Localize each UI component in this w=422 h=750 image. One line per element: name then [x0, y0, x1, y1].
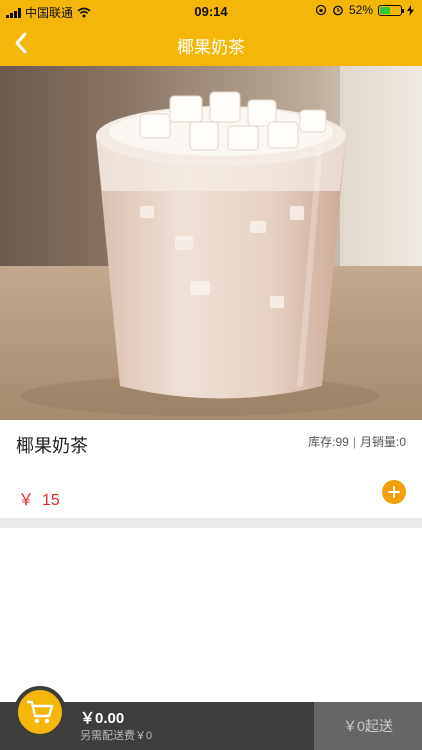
navigation-bar: 椰果奶茶 — [0, 22, 422, 66]
battery-fill — [380, 6, 390, 14]
status-right: 52% — [315, 3, 414, 17]
battery-icon — [378, 4, 404, 16]
delivery-fee: 另需配送费￥0 — [80, 730, 153, 742]
orientation-lock-icon — [315, 4, 327, 16]
alarm-icon — [333, 5, 343, 16]
shopping-cart-icon — [27, 700, 54, 724]
add-to-cart-button[interactable] — [382, 480, 406, 504]
product-info: 椰果奶茶 库存:99 | 月销量:0 ￥ 15 — [0, 420, 422, 518]
product-price: ￥ 15 — [18, 486, 60, 510]
stock-and-sales: 库存:99 | 月销量:0 — [308, 433, 406, 450]
product-name: 椰果奶茶 — [16, 436, 88, 456]
battery-percent: 52% — [348, 3, 373, 17]
charging-icon — [407, 4, 414, 16]
min-order-button[interactable]: ￥0起送 — [314, 702, 422, 750]
cart-total: ￥0.00 — [80, 710, 125, 727]
stock-label: 库存:99 — [308, 435, 349, 449]
sales-label: 月销量:0 — [359, 435, 406, 449]
status-bar: 中国联通 09:14 52% — [0, 0, 422, 22]
cart-button[interactable] — [14, 686, 66, 738]
product-image — [0, 66, 422, 420]
separator: | — [352, 435, 356, 449]
section-divider — [0, 518, 422, 528]
page-title: 椰果奶茶 — [177, 38, 245, 57]
price-value: 15 — [42, 492, 60, 509]
currency-symbol: ￥ — [18, 492, 35, 509]
